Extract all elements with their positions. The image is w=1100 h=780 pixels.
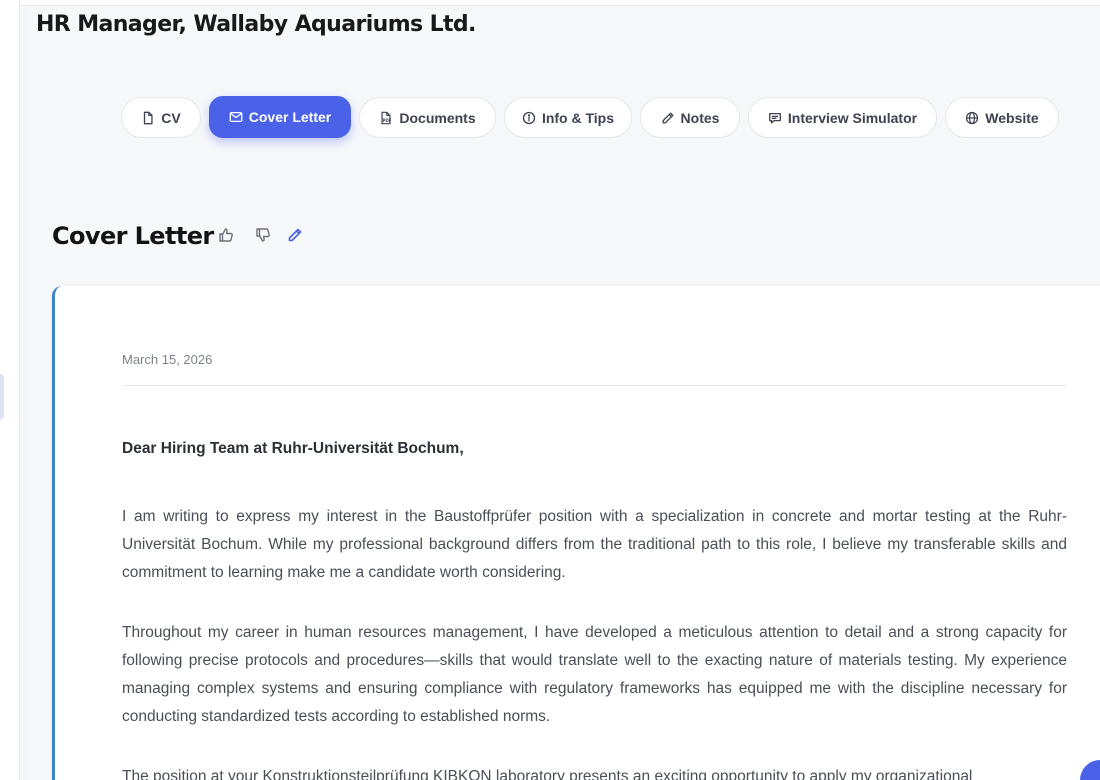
tab-info-tips[interactable]: Info & Tips — [504, 97, 632, 138]
tab-bar: CV Cover Letter PDF Documents Info & Tip… — [0, 96, 1100, 140]
pencil-icon — [661, 111, 675, 125]
tab-label: Documents — [399, 109, 476, 126]
tab-cv[interactable]: CV — [121, 97, 201, 138]
chat-icon — [768, 111, 782, 125]
letter-greeting: Dear Hiring Team at Ruhr-Universität Boc… — [122, 440, 464, 457]
letter-paragraph: The position at your Konstruktionsteilpr… — [122, 768, 973, 780]
edit-icon — [287, 227, 303, 248]
letter-paragraph: I am writing to express my interest in t… — [122, 508, 1067, 581]
tab-website[interactable]: Website — [945, 97, 1059, 138]
thumbs-up-button[interactable] — [215, 226, 237, 248]
tab-notes[interactable]: Notes — [640, 97, 740, 138]
globe-icon — [965, 111, 979, 125]
page-title: HR Manager, Wallaby Aquariums Ltd. — [36, 12, 476, 37]
info-icon — [522, 111, 536, 125]
top-bar — [20, 0, 1100, 6]
sidebar-active-marker — [0, 374, 4, 420]
tab-label: Interview Simulator — [787, 109, 918, 126]
tab-label: Notes — [680, 109, 720, 126]
letter-paragraph: Throughout my career in human resources … — [122, 624, 1067, 725]
tab-label: Info & Tips — [541, 109, 615, 126]
section-title: Cover Letter — [52, 222, 214, 250]
divider — [122, 385, 1067, 386]
tab-interview-simulator[interactable]: Interview Simulator — [748, 97, 937, 138]
cover-letter-card: March 15, 2026 Dear Hiring Team at Ruhr-… — [52, 286, 1100, 780]
svg-text:PDF: PDF — [383, 118, 392, 123]
pdf-file-icon: PDF — [379, 111, 393, 125]
thumbs-down-icon — [255, 227, 271, 248]
mail-icon — [229, 110, 243, 124]
tab-label: CV — [161, 109, 181, 126]
tab-documents[interactable]: PDF Documents — [359, 97, 496, 138]
tab-label: Cover Letter — [248, 109, 332, 125]
letter-date: March 15, 2026 — [122, 352, 213, 367]
edit-button[interactable] — [284, 226, 306, 248]
thumbs-up-icon — [218, 227, 234, 248]
thumbs-down-button[interactable] — [252, 226, 274, 248]
tab-cover-letter[interactable]: Cover Letter — [209, 96, 351, 138]
tab-label: Website — [985, 109, 1039, 126]
file-icon — [141, 111, 155, 125]
